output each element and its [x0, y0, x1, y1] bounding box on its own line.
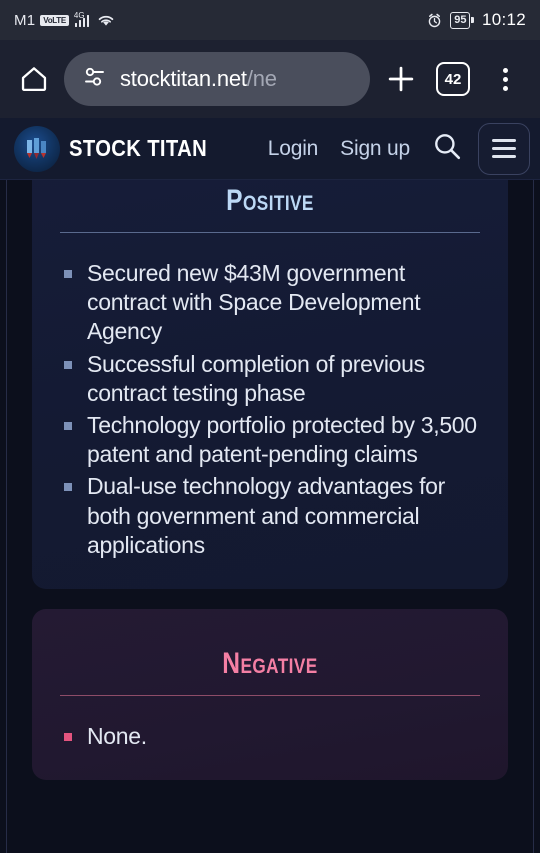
hamburger-menu-button[interactable]: [478, 122, 530, 175]
header-nav: Login Sign up: [268, 137, 410, 161]
home-button[interactable]: [14, 59, 54, 99]
list-item: Dual-use technology advantages for both …: [60, 472, 480, 560]
clock-time: 10:12: [481, 10, 526, 29]
article-body: Positive Secured new $43M government con…: [6, 180, 534, 853]
tab-count-label: 42: [436, 62, 470, 96]
list-item: None.: [60, 722, 480, 751]
url-path: /ne: [246, 66, 277, 91]
signal-bars-icon: 4G: [73, 10, 90, 27]
url-text[interactable]: stocktitan.net/ne: [120, 66, 277, 92]
positive-highlights-card: Positive Secured new $43M government con…: [32, 180, 508, 590]
negative-bullet-list: None.: [60, 722, 480, 751]
negative-highlights-card: Negative None.: [32, 609, 508, 781]
status-bar: M1 VoLTE 4G 95 10:12: [0, 0, 540, 40]
list-item: Technology portfolio protected by 3,500 …: [60, 411, 480, 469]
battery-indicator: 95: [450, 11, 474, 29]
tab-switcher-button[interactable]: 42: [432, 58, 474, 100]
login-link[interactable]: Login: [268, 137, 319, 161]
search-icon: [432, 131, 462, 166]
network-type-label: 4G: [73, 10, 85, 20]
positive-card-title: Positive: [226, 184, 314, 217]
page-content: Positive Secured new $43M government con…: [0, 180, 540, 853]
alarm-clock-icon: [427, 13, 442, 28]
list-item: Successful completion of previous contra…: [60, 350, 480, 408]
stock-titan-logo-icon[interactable]: [14, 125, 60, 172]
url-bar[interactable]: stocktitan.net/ne: [64, 52, 370, 106]
new-tab-button[interactable]: [380, 58, 422, 100]
signup-link[interactable]: Sign up: [340, 137, 410, 161]
status-bar-left: M1 VoLTE 4G: [14, 10, 115, 29]
wifi-icon: [97, 13, 115, 27]
volte-badge: VoLTE: [40, 14, 69, 26]
positive-bullet-list: Secured new $43M government contract wit…: [60, 259, 480, 560]
status-bar-right: 95 10:12: [427, 10, 526, 30]
tune-sliders-icon[interactable]: [82, 66, 108, 93]
carrier-label: M1: [14, 11, 36, 29]
hamburger-menu-icon: [492, 139, 516, 142]
kebab-menu-icon: [502, 67, 508, 91]
browser-toolbar: stocktitan.net/ne 42: [0, 40, 540, 118]
brand-name: STOCK TITAN: [69, 135, 208, 161]
site-header: STOCK TITAN Login Sign up: [0, 118, 540, 180]
url-domain: stocktitan.net: [120, 66, 247, 91]
negative-card-divider: [60, 695, 480, 697]
positive-card-divider: [60, 232, 480, 233]
search-button[interactable]: [426, 128, 468, 170]
negative-card-title: Negative: [222, 647, 318, 681]
overflow-menu-button[interactable]: [484, 58, 526, 100]
battery-percent-label: 95: [450, 11, 471, 29]
list-item: Secured new $43M government contract wit…: [60, 259, 480, 347]
